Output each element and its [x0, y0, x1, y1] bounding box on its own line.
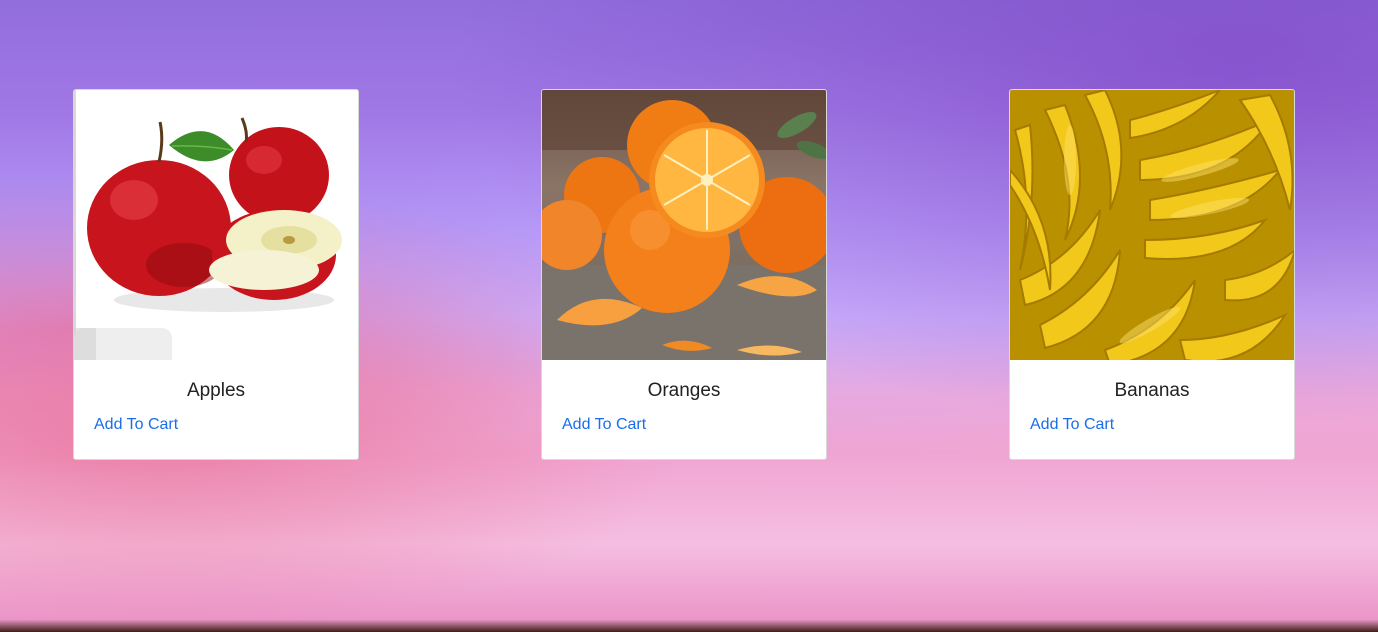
product-card-apples: Apples Add To Cart: [73, 89, 359, 460]
product-title: Apples: [186, 380, 246, 401]
add-to-cart-link[interactable]: Add To Cart: [1030, 416, 1114, 434]
bananas-image: [1010, 90, 1294, 360]
add-to-cart-link[interactable]: Add To Cart: [562, 416, 646, 434]
add-to-cart-link[interactable]: Add To Cart: [94, 416, 178, 434]
oranges-image: [542, 90, 826, 360]
apples-card-body: Apples Add To Cart: [74, 360, 358, 459]
product-title: Oranges: [647, 380, 721, 401]
product-card-bananas: Bananas Add To Cart: [1009, 89, 1295, 460]
apples-image: [74, 90, 358, 360]
bananas-card-body: Bananas Add To Cart: [1010, 360, 1294, 459]
product-title: Bananas: [1114, 380, 1190, 401]
product-card-oranges: Oranges Add To Cart: [541, 89, 827, 460]
oranges-card-body: Oranges Add To Cart: [542, 360, 826, 459]
